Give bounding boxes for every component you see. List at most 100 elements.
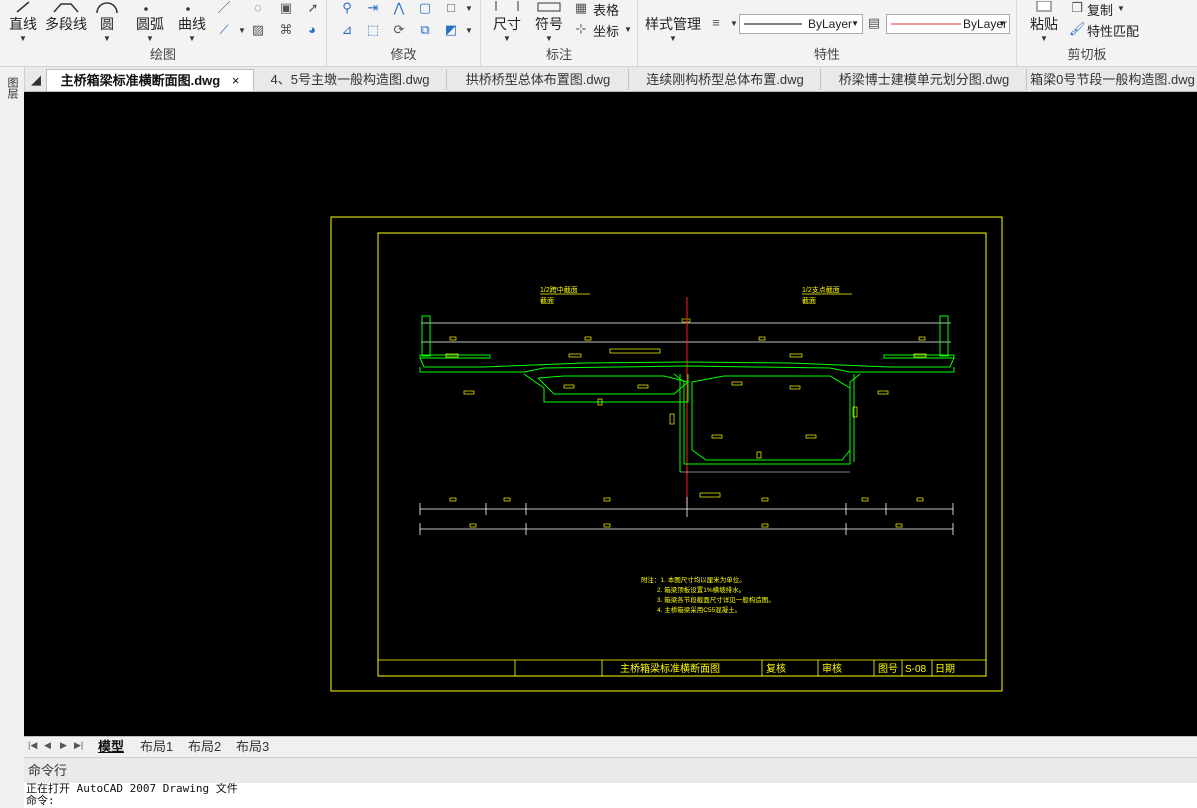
globe-icon[interactable]: ◕ <box>304 22 320 38</box>
close-icon[interactable]: × <box>232 73 240 88</box>
symbol-button[interactable]: 符号 ▼ <box>531 0 567 44</box>
coordinate-icon[interactable]: ⊹ <box>573 21 589 37</box>
title-block-review: 复核 <box>766 662 786 675</box>
polyline-button[interactable]: 多段线 <box>44 0 88 34</box>
drawing-canvas[interactable]: 1/2跨中截面 截面 1/2支点截面 截面 附注：1. 本图尺寸均以厘米为单位。… <box>24 92 1197 736</box>
polyline-icon <box>44 0 88 14</box>
pick-icon[interactable]: ➚ <box>305 0 321 16</box>
move-icon[interactable]: ⚲ <box>339 0 355 16</box>
coordinate-label[interactable]: 坐标 <box>593 21 619 40</box>
note-line: 4. 主桥箱梁采用C55混凝土。 <box>657 605 741 614</box>
region-icon[interactable]: ▣ <box>278 0 294 16</box>
title-block-title: 主桥箱梁标准横断面图 <box>620 662 720 675</box>
color-dropdown[interactable]: ByLayer ▼ <box>886 14 1010 34</box>
tab-layout3[interactable]: 布局3 <box>236 738 269 756</box>
next-tab-icon[interactable]: ▶ <box>60 740 67 751</box>
title-block-drawing-no-label: 图号 <box>878 663 898 675</box>
boundary-icon[interactable]: ⌘ <box>278 22 294 38</box>
prev-tab-icon[interactable]: ◀ <box>44 740 51 751</box>
linetype-dropdown[interactable]: ByLayer ▼ <box>739 14 863 34</box>
rotate-icon[interactable]: ⟳ <box>391 22 407 38</box>
right-section-label: 1/2支点截面 <box>802 285 840 294</box>
offset-icon[interactable]: □ <box>443 0 459 16</box>
line-button[interactable]: 直线 ▼ <box>4 0 42 44</box>
tab-model[interactable]: 模型 <box>98 738 124 756</box>
curve-icon <box>174 0 210 14</box>
chevron-down-icon[interactable]: ▼ <box>465 4 473 13</box>
style-manager-button[interactable]: 样式管理 ▼ <box>642 0 704 44</box>
left-section-sublabel: 截面 <box>540 296 554 305</box>
chevron-down-icon: ▼ <box>103 34 111 43</box>
cad-drawing[interactable]: 1/2跨中截面 截面 1/2支点截面 截面 附注：1. 本图尺寸均以厘米为单位。… <box>24 92 1197 736</box>
chevron-down-icon[interactable]: ▼ <box>238 26 246 35</box>
command-prompt[interactable]: 命令: <box>26 795 1197 807</box>
tab-layout2[interactable]: 布局2 <box>188 738 221 756</box>
mirror-icon[interactable]: ⋀ <box>391 0 407 16</box>
pen-icon[interactable]: ／ <box>216 0 232 16</box>
tab-document[interactable]: 连续刚构桥型总体布置.dwg <box>630 69 821 90</box>
tab-document[interactable]: 拱桥桥型总体布置图.dwg <box>448 69 629 90</box>
note-line: 3. 箱梁各节段截面尺寸详见一般构造图。 <box>657 595 775 604</box>
construction-line-icon[interactable]: ⟋ <box>216 22 232 38</box>
chevron-down-icon: ▼ <box>146 34 154 43</box>
scale-icon[interactable]: ⬚ <box>365 22 381 38</box>
properties-panel: 样式管理 ▼ ≡ ▼ ByLayer ▼ ▤ ByLayer ▼ 特性 <box>638 0 1017 66</box>
chevron-down-icon: ▼ <box>669 34 677 43</box>
draw-panel: 直线 ▼ 多段线 圆 ▼ 圆弧 ▼ 曲线 ▼ ／ ⟋ ▼ ◌ ▨ ▣ ⌘ ◕ 绘… <box>0 0 327 66</box>
right-section-sublabel: 截面 <box>802 296 816 305</box>
lineweight-icon[interactable]: ≡ <box>708 15 724 31</box>
table-icon[interactable]: ▦ <box>573 0 589 16</box>
command-history[interactable]: 正在打开 AutoCAD 2007 Drawing 文件 命令: <box>24 783 1197 808</box>
clipboard-panel: 粘贴 ▼ ❐ 复制 ▼ 🖌 特性匹配 剪切板 <box>1017 0 1197 66</box>
arc-button[interactable]: 圆弧 ▼ <box>132 0 168 44</box>
chevron-down-icon: ▼ <box>545 34 553 43</box>
explode-icon[interactable]: ◩ <box>443 22 459 38</box>
chevron-down-icon[interactable]: ▼ <box>624 25 632 34</box>
last-tab-icon[interactable]: ▶| <box>74 740 83 751</box>
paste-button[interactable]: 粘贴 ▼ <box>1025 0 1063 44</box>
drawing-notes: 附注：1. 本图尺寸均以厘米为单位。 2. 箱梁顶板设置1%横坡排水。 3. 箱… <box>641 575 775 614</box>
title-block-approve: 审核 <box>822 662 842 675</box>
tab-document[interactable]: 箱梁0号节段一般构造图.dwg <box>1028 69 1197 90</box>
chevron-down-icon: ▼ <box>188 34 196 43</box>
circle-button[interactable]: 圆 ▼ <box>92 0 122 44</box>
match-properties-button[interactable]: 特性匹配 <box>1087 21 1139 40</box>
copy-button[interactable]: 复制 <box>1087 0 1113 19</box>
left-tool-strip: 图层 <box>0 67 25 747</box>
tab-document[interactable]: 桥梁博士建模单元划分图.dwg <box>822 69 1027 90</box>
dimension-button[interactable]: 尺寸 ▼ <box>489 0 525 44</box>
array-icon[interactable]: ⧉ <box>417 22 433 38</box>
tab-active-document[interactable]: 主桥箱梁标准横断面图.dwg × <box>46 69 254 91</box>
chevron-down-icon[interactable]: ▼ <box>1117 4 1125 13</box>
layout-tab-bar: |◀ ◀ ▶ ▶| 模型 布局1 布局2 布局3 <box>24 736 1197 757</box>
tab-menu[interactable]: ◢ <box>26 69 46 90</box>
left-section-label: 1/2跨中截面 <box>540 285 578 294</box>
chevron-down-icon: ▼ <box>1040 34 1048 43</box>
copy-icon[interactable]: ❐ <box>1069 0 1085 16</box>
title-block-drawing-no: S-08 <box>905 664 927 675</box>
arc-icon <box>132 0 168 14</box>
hatch-icon[interactable]: ▨ <box>250 22 266 38</box>
stretch-icon[interactable]: ⊿ <box>339 22 355 38</box>
first-tab-icon[interactable]: |◀ <box>28 740 37 751</box>
command-line-title: 命令行 <box>24 757 1197 783</box>
layer-panel-toggle[interactable]: 图层 <box>4 77 18 99</box>
clipboard-icon <box>1025 0 1063 14</box>
ribbon: 直线 ▼ 多段线 圆 ▼ 圆弧 ▼ 曲线 ▼ ／ ⟋ ▼ ◌ ▨ ▣ ⌘ ◕ 绘… <box>0 0 1197 67</box>
chevron-down-icon[interactable]: ▼ <box>730 19 738 28</box>
curve-button[interactable]: 曲线 ▼ <box>174 0 210 44</box>
tab-layout1[interactable]: 布局1 <box>140 738 173 756</box>
chevron-down-icon[interactable]: ▼ <box>465 26 473 35</box>
chevron-down-icon: ▼ <box>998 19 1006 28</box>
note-line: 2. 箱梁顶板设置1%横坡排水。 <box>657 585 745 594</box>
ellipse-icon[interactable]: ◌ <box>250 0 266 16</box>
chevron-down-icon: ▼ <box>851 19 859 28</box>
rectangle-icon[interactable]: ▢ <box>417 0 433 16</box>
table-label[interactable]: 表格 <box>593 0 619 19</box>
trim-icon[interactable]: ⇥ <box>365 0 381 16</box>
symbol-icon <box>531 0 567 14</box>
tab-document[interactable]: 4、5号主墩一般构造图.dwg <box>254 69 447 90</box>
circle-icon <box>92 0 122 14</box>
linetype-icon[interactable]: ▤ <box>866 15 882 31</box>
match-properties-icon[interactable]: 🖌 <box>1069 21 1086 37</box>
